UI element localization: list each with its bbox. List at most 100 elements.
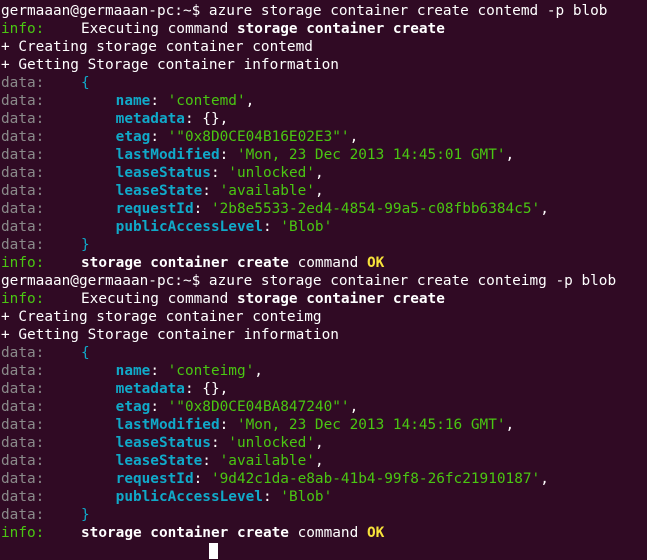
getting-line: + Getting Storage container information: [1, 57, 339, 73]
text-cursor: [208, 543, 218, 559]
executing-command: storage container create: [236, 291, 445, 307]
prompt-line: germaaan@germaaan-pc:~$ azure storage co…: [1, 272, 647, 290]
field-comma: ,: [314, 453, 324, 469]
executing-line: info: Executing command storage container…: [1, 20, 647, 38]
data-field-line: data: publicAccessLevel: 'Blob': [1, 218, 647, 236]
result-line: info: storage container create command OK: [1, 254, 647, 272]
prompt-line: germaaan@germaaan-pc:~$ azure storage co…: [1, 2, 647, 20]
field-colon: :: [193, 471, 211, 487]
field-comma: ,: [505, 417, 515, 433]
field-colon: :: [184, 111, 203, 127]
result-command: storage container create: [81, 255, 289, 271]
data-field-line: data: leaseStatus: 'unlocked',: [1, 164, 647, 182]
data-close-brace-line: data:}: [1, 236, 647, 254]
field-colon: :: [219, 417, 237, 433]
open-brace: {: [81, 345, 90, 361]
field-key: leaseStatus: [115, 435, 211, 451]
data-field-line: data: requestId: '2b8e5533-2ed4-4854-99a…: [1, 200, 647, 218]
executing-prefix: Executing command: [81, 291, 237, 307]
data-tag: data:: [1, 201, 45, 217]
field-key: leaseState: [115, 453, 203, 469]
terminal-window[interactable]: germaaan@germaaan-pc:~$ azure storage co…: [0, 0, 647, 560]
field-key: etag: [115, 399, 151, 415]
creating-line: + Creating storage container contemd: [1, 39, 313, 55]
field-comma: ,: [219, 381, 229, 397]
field-value: 'available': [219, 453, 315, 469]
field-key: leaseStatus: [115, 165, 211, 181]
field-key: publicAccessLevel: [115, 489, 263, 505]
field-value: '9d42c1da-e8ab-41b4-99f8-26fc21910187': [210, 471, 541, 487]
field-comma: ,: [245, 93, 255, 109]
prompt-command-text: germaaan@germaaan-pc:~$ azure storage co…: [1, 3, 608, 19]
field-value: 'Blob': [280, 219, 333, 235]
field-key: lastModified: [115, 147, 220, 163]
data-field-line: data: etag: '"0x8D0CE04BA847240"',: [1, 398, 647, 416]
field-comma: ,: [349, 399, 359, 415]
data-field-line: data: metadata: {},: [1, 380, 647, 398]
field-comma: ,: [540, 201, 549, 217]
data-tag: data:: [1, 417, 45, 433]
field-colon: :: [150, 129, 168, 145]
data-tag: data:: [1, 75, 45, 91]
field-colon: :: [210, 435, 229, 451]
data-tag: data:: [1, 381, 45, 397]
creating-line: + Creating storage container conteimg: [1, 309, 322, 325]
field-colon: :: [150, 93, 168, 109]
field-comma: ,: [314, 165, 324, 181]
field-comma: ,: [254, 363, 263, 379]
data-field-line: data: leaseState: 'available',: [1, 182, 647, 200]
data-tag: data:: [1, 471, 45, 487]
field-value: 'Blob': [280, 489, 333, 505]
result-word: command: [297, 255, 359, 271]
data-tag: data:: [1, 147, 45, 163]
field-value: 'conteimg': [167, 363, 255, 379]
field-value: '"0x8D0CE04BA847240"': [167, 399, 350, 415]
data-field-line: data: leaseState: 'available',: [1, 452, 647, 470]
data-field-line: data: lastModified: 'Mon, 23 Dec 2013 14…: [1, 146, 647, 164]
data-field-line: data: lastModified: 'Mon, 23 Dec 2013 14…: [1, 416, 647, 434]
data-tag: data:: [1, 93, 45, 109]
field-colon: :: [262, 219, 281, 235]
data-tag: data:: [1, 489, 45, 505]
data-field-line: data: name: 'contemd',: [1, 92, 647, 110]
getting-line: + Getting Storage container information: [1, 327, 339, 343]
data-tag: data:: [1, 111, 45, 127]
close-brace: }: [81, 507, 90, 523]
data-field-line: data: name: 'conteimg',: [1, 362, 647, 380]
data-open-brace-line: data: {: [1, 74, 647, 92]
field-key: etag: [115, 129, 151, 145]
field-colon: :: [184, 381, 203, 397]
prompt-command-text: germaaan@germaaan-pc:~$ azure storage co…: [1, 273, 617, 289]
field-key: name: [115, 93, 151, 109]
close-brace: }: [81, 237, 90, 253]
open-brace: {: [81, 75, 90, 91]
field-colon: :: [202, 183, 220, 199]
field-colon: :: [150, 399, 168, 415]
result-ok: OK: [366, 525, 385, 541]
field-key: name: [115, 363, 151, 379]
data-tag: data:: [1, 183, 45, 199]
result-line: info: storage container create command OK: [1, 524, 647, 542]
field-colon: :: [210, 165, 229, 181]
field-key: publicAccessLevel: [115, 219, 263, 235]
field-colon: :: [202, 453, 220, 469]
executing-line: info: Executing command storage container…: [1, 290, 647, 308]
data-field-line: data: publicAccessLevel: 'Blob': [1, 488, 647, 506]
data-tag: data:: [1, 435, 45, 451]
field-value: 'unlocked': [228, 435, 315, 451]
data-tag: data:: [1, 219, 45, 235]
field-value: 'Mon, 23 Dec 2013 14:45:16 GMT': [236, 417, 506, 433]
executing-command: storage container create: [236, 21, 445, 37]
data-close-brace-line: data:}: [1, 506, 647, 524]
data-field-line: data: metadata: {},: [1, 110, 647, 128]
data-tag: data:: [1, 237, 45, 253]
field-value: 'Mon, 23 Dec 2013 14:45:01 GMT': [236, 147, 506, 163]
field-value: '"0x8D0CE04B16E02E3"': [167, 129, 350, 145]
field-colon: :: [219, 147, 237, 163]
info-tag: info:: [1, 255, 45, 271]
field-comma: ,: [219, 111, 229, 127]
field-key: lastModified: [115, 417, 220, 433]
data-tag: data:: [1, 165, 45, 181]
field-colon: :: [193, 201, 211, 217]
cursor-line: [1, 542, 647, 560]
